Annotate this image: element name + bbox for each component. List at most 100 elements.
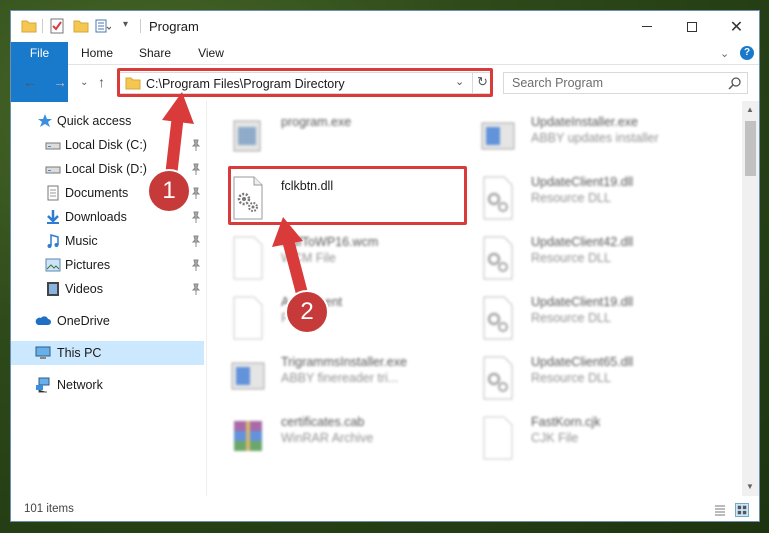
music-icon <box>47 234 59 248</box>
drive-icon <box>45 166 61 174</box>
file-type: WCM File <box>281 251 336 265</box>
documents-icon <box>47 185 59 201</box>
computer-icon <box>35 346 51 359</box>
help-icon[interactable]: ? <box>740 46 754 60</box>
file-item[interactable]: UpdateClient42.dll Resource DLL <box>458 229 698 289</box>
file-item[interactable]: UpdateInstaller.exe ABBY updates install… <box>458 109 698 169</box>
step-marker-2: 2 <box>285 290 329 334</box>
ribbon-tabs: File Home Share View ⌄ ? <box>11 42 759 102</box>
file-item[interactable]: UpdateClient19.dll Resource DLL <box>458 289 698 349</box>
pin-icon[interactable] <box>189 282 203 296</box>
file-highlight <box>228 166 467 225</box>
network-icon <box>36 377 50 393</box>
sidebar-item-label: Pictures <box>65 258 111 272</box>
scroll-up-icon[interactable]: ▲ <box>746 105 754 114</box>
installer-icon <box>231 362 265 390</box>
scrollbar-thumb[interactable] <box>745 121 756 176</box>
file-item[interactable]: Agreement File <box>208 289 448 349</box>
file-name: UpdateClient42.dll <box>531 235 634 249</box>
tab-home[interactable]: Home <box>71 42 123 65</box>
pin-icon[interactable] <box>189 234 203 248</box>
pin-icon[interactable] <box>189 258 203 272</box>
file-type: Resource DLL <box>531 251 611 265</box>
sidebar-item-label: Network <box>57 378 103 392</box>
file-item[interactable]: UpdateClient65.dll Resource DLL <box>458 349 698 409</box>
pin-icon[interactable] <box>189 138 203 152</box>
expand-ribbon-icon[interactable]: ⌄ <box>720 47 729 60</box>
details-view-icon[interactable] <box>713 503 727 517</box>
address-bar-highlight <box>117 68 493 97</box>
sidebar-item-pictures[interactable]: Pictures <box>11 253 204 277</box>
sidebar-item-this-pc[interactable]: This PC <box>11 341 204 365</box>
search-input[interactable] <box>512 75 712 91</box>
up-button[interactable]: ↑ <box>98 74 105 90</box>
pictures-icon <box>45 258 61 272</box>
close-button[interactable]: ✕ <box>714 11 759 42</box>
file-type: CJK File <box>531 431 579 445</box>
file-item[interactable]: FastKorn.cjk CJK File <box>458 409 698 469</box>
search-icon[interactable] <box>728 77 741 90</box>
dll-gear-icon <box>483 176 513 220</box>
file-item[interactable]: MdfToWP16.wcm WCM File <box>208 229 448 289</box>
file-icon <box>233 236 263 280</box>
sidebar-item-label: Music <box>65 234 98 248</box>
file-item[interactable]: program.exe <box>208 109 448 169</box>
sidebar-item-music[interactable]: Music <box>11 229 204 253</box>
pin-icon[interactable] <box>189 210 203 224</box>
back-button[interactable]: ← <box>23 74 37 90</box>
window-title: Program <box>149 19 199 34</box>
dll-gear-icon <box>483 356 513 400</box>
exe-icon <box>233 120 261 152</box>
dll-gear-icon <box>483 296 513 340</box>
file-name: UpdateInstaller.exe <box>531 115 639 129</box>
minimize-button[interactable] <box>624 11 669 42</box>
navigation-pane: Quick access Local Disk (C:) Local Disk … <box>11 101 206 496</box>
download-icon <box>47 210 59 224</box>
sidebar-item-label: Quick access <box>57 114 132 128</box>
tab-view[interactable]: View <box>186 42 236 65</box>
view-icon[interactable] <box>95 18 111 34</box>
file-item[interactable]: certificates.cab WinRAR Archive <box>208 409 448 469</box>
pin-icon[interactable] <box>189 162 203 176</box>
sidebar-item-label: This PC <box>57 346 102 360</box>
file-name: UpdateClient19.dll <box>531 175 634 189</box>
cloud-icon <box>35 316 51 325</box>
tab-share[interactable]: Share <box>129 42 181 65</box>
dll-gear-icon <box>483 236 513 280</box>
step-marker-1: 1 <box>147 169 191 213</box>
sidebar-item-network[interactable]: Network <box>11 373 204 397</box>
vertical-scrollbar[interactable]: ▲ ▼ <box>742 101 759 496</box>
sidebar-item-quick-access[interactable]: Quick access <box>11 109 204 133</box>
qat-dropdown-icon[interactable]: ▾ <box>123 19 128 30</box>
forward-button[interactable]: → <box>53 74 67 90</box>
sidebar-item-videos[interactable]: Videos <box>11 277 204 301</box>
file-icon <box>483 416 513 460</box>
recent-locations-icon[interactable]: ⌄ <box>80 77 88 88</box>
file-type: WinRAR Archive <box>281 431 374 445</box>
sidebar-item-local-disk-c[interactable]: Local Disk (C:) <box>11 133 204 157</box>
pin-icon[interactable] <box>189 186 203 200</box>
maximize-button[interactable] <box>669 11 714 42</box>
file-icon <box>233 296 263 340</box>
file-name: program.exe <box>281 115 352 129</box>
file-item[interactable]: UpdateClient19.dll Resource DLL <box>458 169 698 229</box>
properties-icon[interactable] <box>49 18 65 34</box>
new-folder-icon[interactable] <box>73 18 89 34</box>
title-bar: ▾ Program ✕ <box>11 11 759 42</box>
videos-icon <box>47 282 59 296</box>
installer-icon <box>481 122 515 150</box>
star-icon <box>38 114 52 127</box>
scroll-down-icon[interactable]: ▼ <box>746 482 754 491</box>
drive-icon <box>45 142 61 150</box>
sidebar-item-label: OneDrive <box>57 314 110 328</box>
tiles-view-icon[interactable] <box>735 503 749 517</box>
sidebar-item-label: Local Disk (D:) <box>65 162 147 176</box>
sidebar-item-label: Documents <box>65 186 129 200</box>
folder-icon[interactable] <box>21 18 37 34</box>
file-name: UpdateClient19.dll <box>531 295 634 309</box>
item-count: 101 items <box>24 503 74 515</box>
sidebar-item-onedrive[interactable]: OneDrive <box>11 309 204 333</box>
file-item[interactable]: TrigrammsInstaller.exe ABBY finereader t… <box>208 349 448 409</box>
file-type: ABBY finereader tri... <box>281 371 399 385</box>
winrar-archive-icon <box>234 421 262 451</box>
